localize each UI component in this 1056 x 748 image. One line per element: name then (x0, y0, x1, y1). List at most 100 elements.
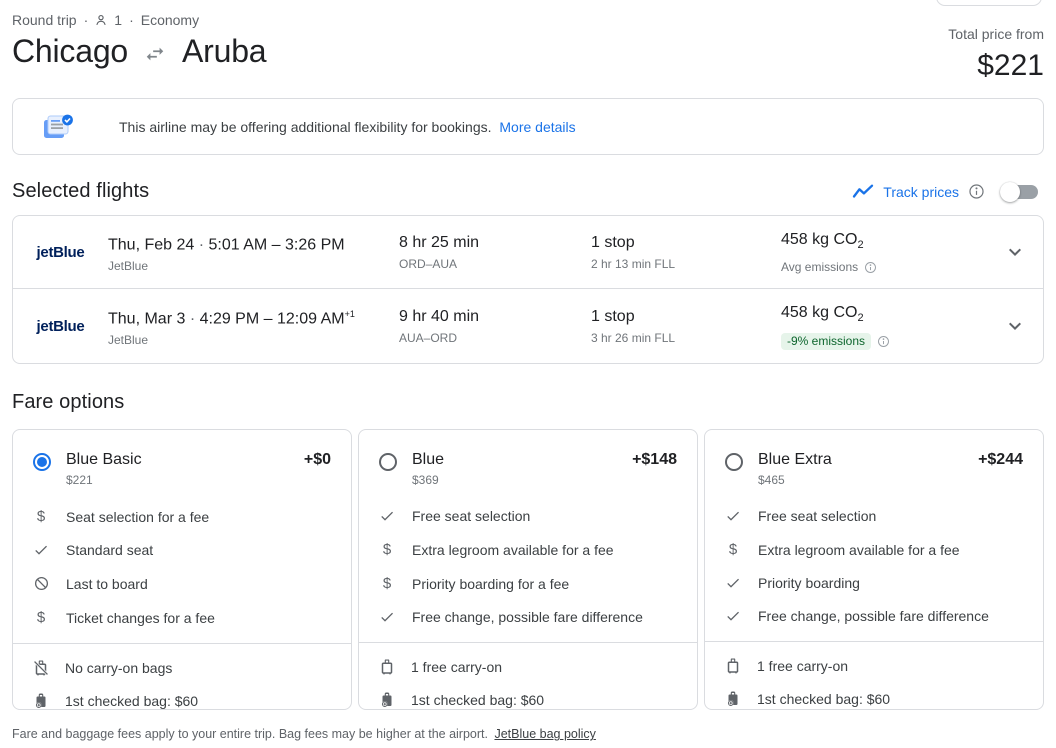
flight-route: AUA–ORD (399, 331, 458, 346)
info-icon[interactable] (968, 183, 985, 200)
total-price-value: $221 (977, 49, 1044, 82)
cutoff-top-button[interactable] (936, 0, 1042, 6)
jetblue-bag-policy-link[interactable]: JetBlue bag policy (494, 727, 595, 741)
trip-type-label: Round trip (12, 12, 77, 28)
fare-card-blue-basic[interactable]: Blue Basic $221 +$0 $ Seat selection for … (12, 429, 352, 711)
fare-radio[interactable] (725, 453, 743, 472)
fee-disclaimer: Fare and baggage fees apply to your enti… (12, 727, 1044, 741)
swap-horizontal-icon (144, 43, 166, 65)
flight-datetime-cell: Thu, Feb 24 · 5:01 AM – 3:26 PM JetBlue (108, 236, 345, 274)
flight-datetime-cell: Thu, Mar 3 · 4:29 PM – 12:09 AM+1 JetBlu… (108, 309, 355, 348)
no-carry-on-bag-icon (32, 659, 50, 677)
feature-text: Free change, possible fare difference (758, 608, 989, 625)
fare-name: Blue (412, 451, 445, 469)
flight-emissions-cell: 458 kg CO2 Avg emissions (781, 229, 987, 275)
destination-city: Aruba (182, 33, 267, 69)
block-icon (32, 575, 50, 592)
track-prices-control: Track prices (852, 181, 1044, 202)
flight-duration: 8 hr 25 min (399, 234, 480, 252)
fare-price-delta: +$244 (978, 451, 1023, 469)
dollar-icon: $ (382, 575, 392, 593)
stops-detail: 2 hr 13 min FLL (591, 257, 676, 272)
jetblue-logo: jetBlue (36, 243, 85, 261)
next-day-superscript: +1 (344, 309, 355, 320)
feature-text: Ticket changes for a fee (66, 609, 215, 626)
flight-row-outbound[interactable]: jetBlue Thu, Feb 24 · 5:01 AM – 3:26 PM … (13, 216, 1043, 288)
fare-name: Blue Basic (66, 451, 142, 469)
feature-text: Free seat selection (758, 508, 877, 525)
fare-options-grid: Blue Basic $221 +$0 $ Seat selection for … (12, 429, 1044, 711)
emissions-value: 458 kg CO (781, 304, 858, 322)
fare-radio[interactable] (379, 453, 397, 472)
more-details-link[interactable]: More details (499, 119, 575, 135)
flight-stops-cell: 1 stop 3 hr 26 min FLL (591, 306, 781, 346)
baggage-text: 1 free carry-on (757, 658, 849, 675)
jetblue-logo: jetBlue (36, 317, 85, 335)
feature-text: Standard seat (66, 542, 154, 559)
flight-duration-cell: 8 hr 25 min ORD–AUA (399, 232, 591, 272)
selected-flights-list: jetBlue Thu, Feb 24 · 5:01 AM – 3:26 PM … (12, 215, 1044, 365)
carry-on-bag-icon (378, 658, 396, 676)
fare-radio-selected[interactable] (33, 453, 51, 472)
baggage-text: 1st checked bag: $60 (411, 692, 545, 709)
flight-date: Thu, Mar 3 (108, 310, 186, 328)
stops-count: 1 stop (591, 308, 635, 326)
flight-duration: 9 hr 40 min (399, 308, 480, 326)
check-icon (32, 542, 50, 558)
feature-text: Free seat selection (412, 508, 531, 525)
passenger-icon (94, 13, 108, 27)
airline-name: JetBlue (108, 259, 149, 274)
track-prices-label[interactable]: Track prices (883, 184, 959, 200)
check-icon (724, 508, 742, 524)
passenger-count: 1 (114, 12, 123, 28)
baggage-text: 1st checked bag: $60 (757, 691, 891, 708)
baggage-text: 1st checked bag: $60 (65, 693, 199, 710)
origin-city: Chicago (12, 33, 129, 69)
cabin-class-label: Economy (140, 12, 200, 28)
feature-text: Last to board (66, 575, 148, 592)
flight-route: ORD–AUA (399, 257, 458, 272)
track-prices-toggle[interactable] (1000, 181, 1038, 202)
flight-times: 5:01 AM – 3:26 PM (208, 236, 345, 254)
separator-dot: · (83, 12, 89, 28)
fare-price-delta: +$0 (303, 451, 331, 469)
fare-name: Blue Extra (758, 451, 832, 469)
carry-on-bag-icon (724, 657, 742, 675)
baggage-text: 1 free carry-on (411, 659, 503, 676)
fare-options-title: Fare options (12, 391, 125, 414)
dollar-icon: $ (36, 508, 46, 526)
airline-name: JetBlue (108, 333, 149, 348)
header: Round trip · 1 · Economy Chicago Aruba T… (12, 0, 1044, 83)
selected-flights-header: Selected flights Track prices (12, 180, 1044, 203)
airline-logo-cell: jetBlue (13, 244, 108, 261)
flight-row-return[interactable]: jetBlue Thu, Mar 3 · 4:29 PM – 12:09 AM+… (13, 288, 1043, 363)
emissions-badge: -9% emissions (781, 333, 872, 351)
chevron-down-icon[interactable] (1003, 240, 1027, 264)
header-right: Total price from $221 (948, 12, 1044, 83)
dollar-icon: $ (382, 541, 392, 559)
selected-flights-title: Selected flights (12, 180, 150, 202)
flight-stops-cell: 1 stop 2 hr 13 min FLL (591, 232, 781, 272)
fare-card-blue-extra[interactable]: Blue Extra $465 +$244 Free seat selectio… (704, 429, 1044, 711)
baggage-text: No carry-on bags (65, 660, 173, 677)
flight-times: 4:29 PM – 12:09 AM (199, 310, 345, 328)
check-icon (378, 609, 396, 625)
feature-text: Extra legroom available for a fee (412, 541, 614, 558)
chevron-down-icon[interactable] (1003, 314, 1027, 338)
info-icon[interactable] (864, 261, 877, 274)
banner-text: This airline may be offering additional … (119, 119, 576, 135)
fare-card-blue[interactable]: Blue $369 +$148 Free seat selection $ Ext… (358, 429, 698, 711)
info-icon[interactable] (877, 335, 890, 348)
check-icon (724, 608, 742, 624)
toggle-knob (1000, 181, 1020, 202)
checked-bag-icon (724, 690, 742, 708)
page-title: Chicago Aruba (12, 33, 267, 70)
emissions-note: Avg emissions (781, 260, 859, 275)
breadcrumb: Round trip · 1 · Economy (12, 12, 266, 28)
fee-disclaimer-text: Fare and baggage fees apply to your enti… (12, 727, 488, 742)
stops-count: 1 stop (591, 234, 635, 252)
feature-text: Priority boarding (758, 575, 860, 592)
dollar-icon: $ (36, 609, 46, 627)
header-left: Round trip · 1 · Economy Chicago Aruba (12, 12, 267, 70)
fare-base-price: $465 (758, 473, 785, 488)
